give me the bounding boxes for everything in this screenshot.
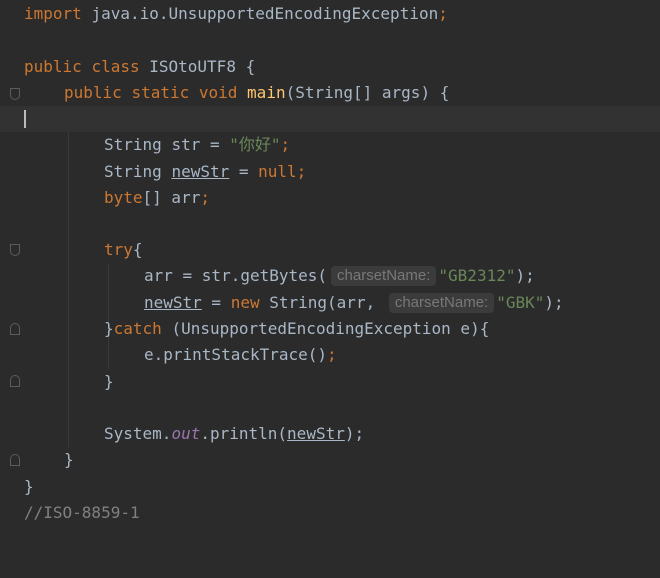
println: .println( <box>200 424 288 443</box>
print-stack-trace: e.printStackTrace() <box>144 345 328 364</box>
var-newstr: newStr <box>287 424 345 443</box>
comment: //ISO-8859-1 <box>24 503 140 522</box>
catch-params: (UnsupportedEncodingException e){ <box>161 319 490 338</box>
code-line-18[interactable]: } <box>0 447 660 473</box>
semicolon: ; <box>327 345 337 364</box>
text-caret <box>24 110 26 128</box>
close-paren: ); <box>344 424 365 443</box>
keyword-null: null <box>258 162 297 181</box>
type-string: String <box>104 162 162 181</box>
string-literal-gb2312: "GB2312" <box>438 266 516 285</box>
class-name: ISOtoUTF8 <box>149 57 236 76</box>
main-params: (String[] args) { <box>285 83 450 102</box>
semicolon: ; <box>296 162 307 181</box>
brace: { <box>132 240 143 259</box>
string-constructor: String(arr, <box>259 293 385 312</box>
keyword-catch: catch <box>113 319 162 338</box>
close-paren: ); <box>544 293 564 312</box>
code-line-17[interactable]: System.out.println(newStr); <box>0 421 660 447</box>
code-line-12[interactable]: newStr = new String(arr, charsetName: "GB… <box>0 290 660 316</box>
operator-assign: = <box>200 135 230 154</box>
arr-assign: arr = str.getBytes( <box>144 266 328 285</box>
keyword-try: try <box>104 240 133 259</box>
keyword-public: public <box>24 57 82 76</box>
keyword-void: void <box>198 83 238 102</box>
semicolon: ; <box>280 135 291 154</box>
brace: } <box>104 372 114 391</box>
semicolon: ; <box>438 4 448 23</box>
code-line-7[interactable]: String newStr = null; <box>0 159 660 185</box>
brace: } <box>104 319 114 338</box>
import-path: java.io.UnsupportedEncodingException <box>91 4 439 23</box>
code-line-5-current[interactable] <box>0 106 660 132</box>
code-line-15[interactable]: } <box>0 369 660 395</box>
method-name-main: main <box>247 83 286 102</box>
code-line-8[interactable]: byte[] arr; <box>0 185 660 211</box>
operator-assign: = <box>229 162 259 181</box>
var-newstr: newStr <box>171 162 230 181</box>
string-literal-gbk: "GBK" <box>496 293 545 312</box>
code-line-14[interactable]: e.printStackTrace(); <box>0 342 660 368</box>
code-line-10[interactable]: try{ <box>0 237 660 263</box>
var-str: str <box>171 135 201 154</box>
code-line-19[interactable]: } <box>0 474 660 500</box>
var-newstr: newStr <box>144 293 202 312</box>
brace: { <box>245 57 256 76</box>
keyword-new: new <box>230 293 260 312</box>
operator-assign: = <box>201 293 231 312</box>
keyword-class: class <box>91 57 140 76</box>
keyword-byte: byte <box>104 188 143 207</box>
code-editor[interactable]: import java.io.UnsupportedEncodingExcept… <box>0 0 660 558</box>
keyword-import: import <box>24 4 82 23</box>
keyword-public: public <box>64 83 122 102</box>
field-out: out <box>171 424 201 443</box>
code-line-6[interactable]: String str = "你好"; <box>0 132 660 158</box>
brace: } <box>64 450 74 469</box>
arr-declaration: [] arr <box>142 188 201 207</box>
semicolon: ; <box>200 188 210 207</box>
code-line-1[interactable]: import java.io.UnsupportedEncodingExcept… <box>0 1 660 27</box>
string-literal-nihao: "你好" <box>229 135 281 154</box>
brace: } <box>24 477 34 496</box>
code-line-20[interactable]: //ISO-8859-1 <box>0 500 660 526</box>
system: System. <box>104 424 172 443</box>
code-line-11[interactable]: arr = str.getBytes(charsetName: "GB2312")… <box>0 263 660 289</box>
code-line-4[interactable]: public static void main(String[] args) { <box>0 80 660 106</box>
code-line-3[interactable]: public class ISOtoUTF8 { <box>0 54 660 80</box>
code-line-13[interactable]: }catch (UnsupportedEncodingException e){ <box>0 316 660 342</box>
type-string: String <box>104 135 162 154</box>
parameter-hint: charsetName: <box>388 293 495 313</box>
parameter-hint: charsetName: <box>331 266 437 286</box>
keyword-static: static <box>131 83 190 102</box>
close-paren: ); <box>515 266 535 285</box>
